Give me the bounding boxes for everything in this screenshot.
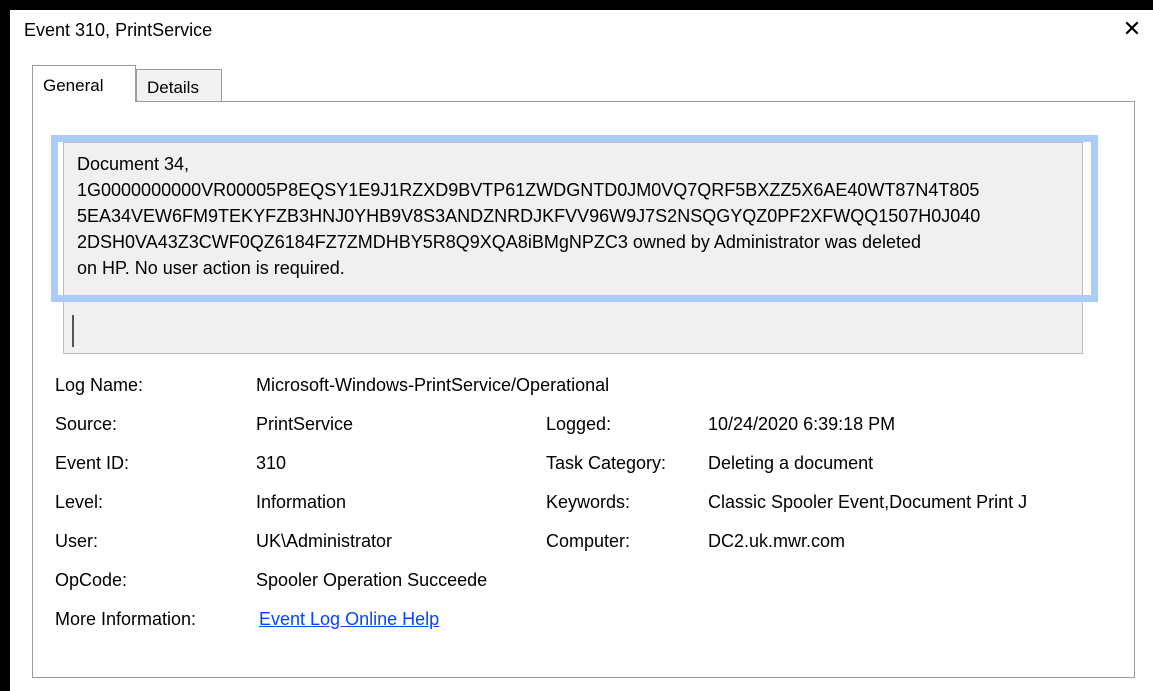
- logged-label: Logged:: [546, 414, 612, 434]
- opcode-value: Spooler Operation Succeede: [256, 570, 488, 590]
- text-caret: [72, 315, 74, 347]
- opcode-label: OpCode:: [55, 570, 128, 590]
- source-value: PrintService: [256, 414, 354, 434]
- event-log-online-help-link[interactable]: Event Log Online Help: [259, 609, 439, 630]
- logged-value: 10/24/2020 6:39:18 PM: [708, 414, 896, 434]
- log-name-value: Microsoft-Windows-PrintService/Operation…: [256, 375, 610, 395]
- general-panel: Document 34, 1G0000000000VR00005P8EQSY1E…: [32, 101, 1135, 678]
- log-name-label: Log Name:: [55, 375, 144, 395]
- task-category-label: Task Category:: [546, 453, 667, 473]
- close-icon[interactable]: ✕: [1119, 16, 1145, 42]
- level-value: Information: [256, 492, 347, 512]
- keywords-label: Keywords:: [546, 492, 631, 512]
- event-description-box[interactable]: Document 34, 1G0000000000VR00005P8EQSY1E…: [63, 142, 1083, 354]
- tab-general[interactable]: General: [32, 65, 136, 102]
- keywords-value: Classic Spooler Event,Document Print J: [708, 492, 1028, 512]
- window-title: Event 310, PrintService: [24, 20, 213, 40]
- computer-value: DC2.uk.mwr.com: [708, 531, 846, 551]
- task-category-value: Deleting a document: [708, 453, 874, 473]
- source-label: Source:: [55, 414, 118, 434]
- event-id-value: 310: [256, 453, 287, 473]
- user-label: User:: [55, 531, 99, 551]
- event-description-text: Document 34, 1G0000000000VR00005P8EQSY1E…: [77, 154, 981, 278]
- event-properties-window: Event 310, PrintService ✕ General Detail…: [10, 10, 1153, 691]
- tab-details[interactable]: Details: [136, 69, 222, 101]
- level-label: Level:: [55, 492, 104, 512]
- computer-label: Computer:: [546, 531, 631, 551]
- event-id-label: Event ID:: [55, 453, 130, 473]
- title-bar: Event 310, PrintService ✕: [10, 10, 1153, 50]
- more-information-label: More Information:: [55, 609, 197, 629]
- user-value: UK\Administrator: [256, 531, 393, 551]
